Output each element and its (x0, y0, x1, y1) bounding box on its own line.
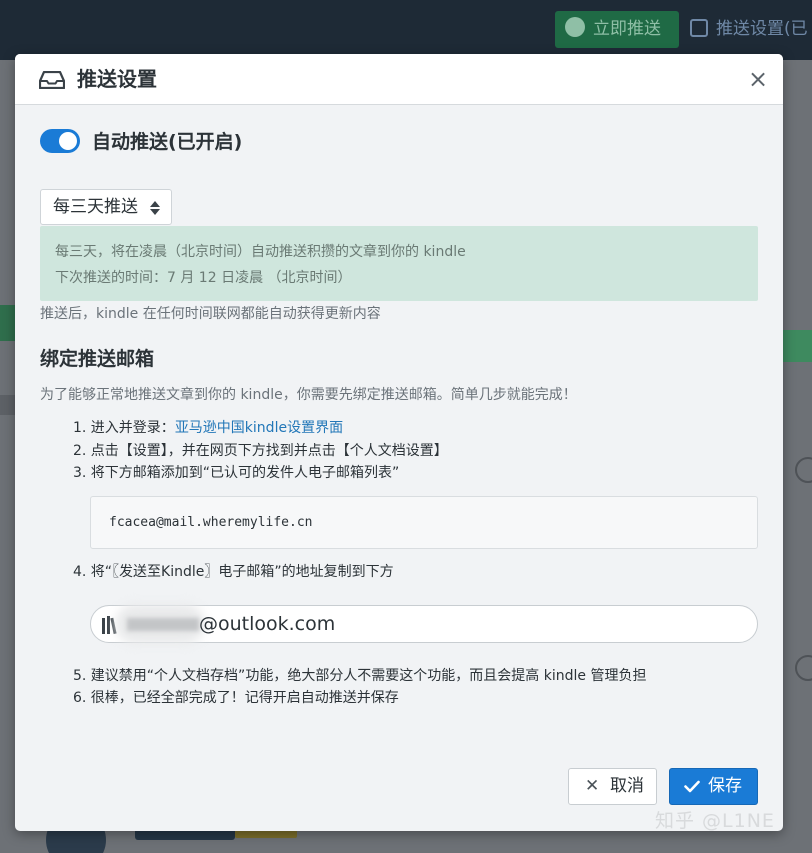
bg-action-strip (783, 330, 812, 362)
next-push-time: 下次推送的时间：7 月 12 日凌晨 （北京时间） (55, 270, 352, 286)
schedule-info-box: 每三天，将在凌晨（北京时间）自动推送积攒的文章到你的 kindle 下次推送的时… (40, 226, 758, 301)
settings-icon (690, 19, 708, 37)
dialog-header: 推送设置 × (15, 54, 783, 105)
cancel-button[interactable]: ✕ 取消 (568, 768, 657, 805)
watermark: 知乎 @L1NE (655, 810, 775, 832)
push-settings-dialog: 推送设置 × 自动推送(已开启) 每三天推送 每三天，将在凌晨（北京时间）自动推… (15, 54, 783, 831)
sender-email-box[interactable]: fcacea@mail.wheremylife.cn (90, 496, 758, 549)
step-2: 2. 点击【设置】，并在网页下方找到并点击【个人文档设置】 (73, 443, 448, 459)
kindle-email-input[interactable]: @outlook.com (90, 604, 758, 644)
step-3: 3. 将下方邮箱添加到“已认可的发件人电子邮箱列表” (73, 465, 400, 481)
after-push-note: 推送后，kindle 在任何时间联网都能自动获得更新内容 (40, 306, 381, 322)
push-now-button[interactable]: 立即推送 (555, 11, 679, 48)
bg-side-bar (0, 395, 15, 415)
push-settings-link[interactable]: 推送设置(已 (690, 11, 812, 48)
auto-push-label: 自动推送(已开启) (92, 131, 243, 153)
dialog-title: 推送设置 (77, 67, 157, 91)
close-button[interactable]: × (746, 67, 770, 91)
amazon-kindle-settings-link[interactable]: 亚马逊中国kindle设置界面 (175, 420, 343, 436)
save-button[interactable]: 保存 (669, 768, 758, 805)
sort-caret-icon (150, 201, 160, 215)
step-5: 5. 建议禁用“个人文档存档”功能，绝大部分人不需要这个功能，而且会提高 kin… (73, 668, 647, 684)
redacted-username-text (127, 618, 199, 631)
kindle-email-domain: @outlook.com (199, 613, 336, 635)
app-topbar: 立即推送 推送设置(已 (0, 0, 812, 60)
select-value: 每三天推送 (53, 197, 138, 217)
bind-email-description: 为了能够正常地推送文章到你的 kindle，你需要先绑定推送邮箱。简单几步就能完… (40, 387, 577, 403)
save-label: 保存 (708, 776, 742, 796)
step-1: 1. 进入并登录：亚马逊中国kindle设置界面 (73, 418, 343, 438)
cancel-label: 取消 (610, 776, 644, 796)
auto-push-toggle[interactable] (40, 129, 80, 153)
bg-highlight-strip (0, 305, 15, 341)
bind-email-heading: 绑定推送邮箱 (40, 348, 155, 370)
inbox-icon (39, 71, 65, 89)
step-6: 6. 很棒，已经全部完成了！记得开启自动推送并保存 (73, 690, 399, 706)
step-4: 4. 将“〖发送至Kindle〗电子邮箱”的地址复制到下方 (73, 564, 394, 580)
step-1-text: 1. 进入并登录： (73, 420, 175, 436)
push-icon (565, 17, 585, 37)
push-frequency-select[interactable]: 每三天推送 (40, 189, 172, 225)
schedule-info-line: 每三天，将在凌晨（北京时间）自动推送积攒的文章到你的 kindle (55, 244, 466, 260)
close-icon: ✕ (585, 776, 600, 796)
toggle-knob (59, 132, 77, 150)
check-icon (684, 780, 700, 793)
